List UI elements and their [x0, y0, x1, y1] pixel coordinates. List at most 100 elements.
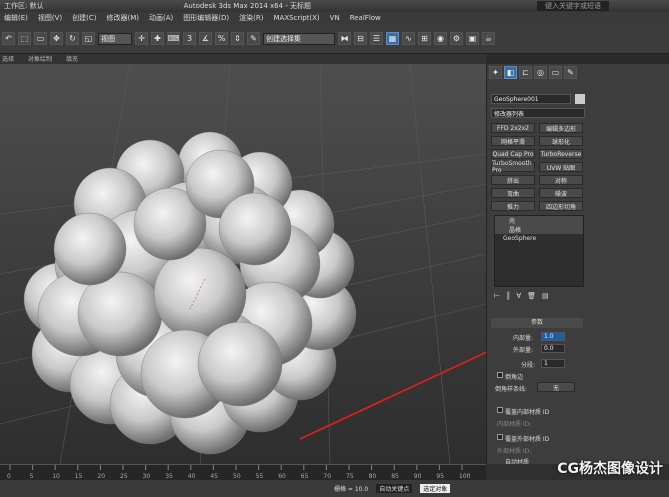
render-setup-icon[interactable]: ⚙	[450, 32, 463, 45]
modifier-stack[interactable]: 壳晶格 GeoSphere	[494, 215, 584, 287]
segments-label: 分段:	[521, 362, 536, 369]
modifier-button[interactable]: 编辑多边形	[539, 123, 583, 133]
undo-icon[interactable]: ↶	[2, 32, 15, 45]
auto-key-button[interactable]: 自动关键点	[376, 484, 413, 493]
modifier-button[interactable]: 对称	[539, 175, 583, 185]
hierarchy-tab-icon[interactable]: ⊏	[519, 66, 532, 79]
params-rollout-header[interactable]: 参数	[491, 318, 583, 328]
snap-icon[interactable]: 3	[183, 32, 196, 45]
modifier-button[interactable]: 弯曲	[491, 188, 535, 198]
bevel-spline-button[interactable]: 无	[537, 382, 575, 392]
inner-amount-spinner[interactable]: 1.0	[541, 332, 565, 341]
menu-item-9[interactable]: RealFlow	[350, 14, 381, 22]
modifier-button[interactable]: 挤出	[491, 175, 535, 185]
show-end-result-icon[interactable]: ║	[506, 292, 510, 300]
stack-item[interactable]: 壳	[495, 216, 583, 225]
scale-icon[interactable]: ◱	[82, 32, 95, 45]
make-unique-icon[interactable]: ∀	[516, 292, 521, 300]
pivot-icon[interactable]: ✛	[135, 32, 148, 45]
layer-icon[interactable]: ☰	[370, 32, 383, 45]
object-name-field[interactable]: GeoSphere001	[491, 94, 571, 104]
move-icon[interactable]: ✥	[50, 32, 63, 45]
modifier-button[interactable]: TurboSmooth Pro	[491, 160, 535, 174]
menu-item-8[interactable]: VN	[330, 14, 340, 22]
modifier-button[interactable]: Quad Cap Pro	[491, 149, 535, 159]
render-icon[interactable]: ☕	[482, 32, 495, 45]
menu-item-2[interactable]: 创建(C)	[72, 13, 96, 23]
timeline-track[interactable]: 0 5 10 15 20 25 30 35 40 45 50 55 60 65 70 75 80 85 90 95 10…	[0, 464, 486, 480]
menu-item-7[interactable]: MAXScript(X)	[273, 14, 319, 22]
modifier-button[interactable]: 四边形切角	[539, 201, 583, 211]
ribbon-tab-populate[interactable]: 填充	[66, 54, 78, 64]
utilities-tab-icon[interactable]: ✎	[564, 66, 577, 79]
app-title: Autodesk 3ds Max 2014 x64 - 无标题	[183, 2, 312, 10]
modifier-button[interactable]: 推力	[491, 201, 535, 211]
select-manipulate-icon[interactable]: ✚	[151, 32, 164, 45]
main-toolbar: ↶ ⬚ ▭ ✥ ↻ ◱ 视图 ✛ ✚ ⌨ 3 ∡ % ⇕ ✎ 创建选择集 ⧓ ⊟…	[0, 24, 669, 54]
timeline-tick-label: 5	[30, 473, 34, 480]
ribbon-tab-object-paint[interactable]: 对象绘制	[28, 54, 52, 64]
stack-toolbar: ⊢ ║ ∀ 🗑 ▤	[494, 292, 549, 300]
reference-coord-combo[interactable]: 视图	[98, 32, 132, 45]
command-panel: ✦ ◧ ⊏ ◎ ▭ ✎ GeoSphere001 修改器列表 FFD 2x2x2…	[486, 64, 669, 466]
material-editor-icon[interactable]: ◉	[434, 32, 447, 45]
motion-tab-icon[interactable]: ◎	[534, 66, 547, 79]
modifier-button[interactable]: TurboReverse	[539, 149, 583, 159]
workspace-label[interactable]: 工作区: 默认	[4, 1, 44, 11]
modifier-button[interactable]: 噪波	[539, 188, 583, 198]
search-field[interactable]: 键入关键字或短语	[537, 1, 609, 11]
scene-explorer-icon[interactable]: ▦	[386, 32, 399, 45]
menu-item-5[interactable]: 图形编辑器(D)	[183, 13, 229, 23]
angle-snap-icon[interactable]: ∡	[199, 32, 212, 45]
menu-item-4[interactable]: 动画(A)	[149, 13, 173, 23]
timeline-tick-label: 60	[278, 473, 286, 480]
remove-modifier-icon[interactable]: 🗑	[527, 292, 536, 300]
modifier-list-dropdown[interactable]: 修改器列表	[491, 108, 585, 118]
timeline-tick-label: 100	[459, 473, 471, 480]
align-icon[interactable]: ⊟	[354, 32, 367, 45]
configure-sets-icon[interactable]: ▤	[542, 292, 549, 300]
timeline-tick-label: 15	[75, 473, 83, 480]
schematic-view-icon[interactable]: ⊞	[418, 32, 431, 45]
override-inner-checkbox[interactable]	[497, 407, 503, 413]
override-outer-checkbox[interactable]	[497, 434, 503, 440]
stack-item[interactable]: GeoSphere	[495, 234, 583, 243]
menu-bar: 编辑(E) 视图(V) 创建(C) 修改器(M) 动画(A) 图形编辑器(D) 渲染(R) M…	[0, 12, 669, 24]
modifier-button[interactable]: 网格平滑	[491, 136, 535, 146]
pin-stack-icon[interactable]: ⊢	[494, 292, 500, 300]
menu-item-3[interactable]: 修改器(M)	[107, 13, 140, 23]
selection-filter-combo[interactable]: 选定对象	[420, 484, 451, 493]
object-color-swatch[interactable]	[575, 94, 585, 104]
percent-snap-icon[interactable]: %	[215, 32, 228, 45]
rotate-icon[interactable]: ↻	[66, 32, 79, 45]
modify-tab-icon[interactable]: ◧	[504, 66, 517, 79]
keyboard-shortcut-icon[interactable]: ⌨	[167, 32, 180, 45]
segments-spinner[interactable]: 1	[541, 359, 565, 368]
modifier-button[interactable]: FFD 2x2x2	[491, 123, 535, 133]
named-selection-combo[interactable]: 创建选择集	[263, 32, 335, 45]
bevel-spline-label: 倒角样条线:	[495, 386, 528, 393]
spinner-snap-icon[interactable]: ⇕	[231, 32, 244, 45]
timeline-tick-label: 25	[120, 473, 128, 480]
timeline-tick-label: 10	[52, 473, 60, 480]
create-tab-icon[interactable]: ✦	[489, 66, 502, 79]
perspective-viewport[interactable]	[0, 64, 486, 464]
edit-named-sel-icon[interactable]: ✎	[247, 32, 260, 45]
menu-item-0[interactable]: 编辑(E)	[4, 13, 28, 23]
rendered-frame-icon[interactable]: ▣	[466, 32, 479, 45]
lattice-sphere	[218, 192, 292, 266]
modifier-button[interactable]: UVW 贴图	[539, 162, 583, 172]
bevel-edges-checkbox[interactable]	[497, 372, 503, 378]
curve-editor-icon[interactable]: ∿	[402, 32, 415, 45]
timeline-tick-label: 85	[391, 473, 399, 480]
select-region-icon[interactable]: ▭	[34, 32, 47, 45]
menu-item-1[interactable]: 视图(V)	[38, 13, 62, 23]
select-object-icon[interactable]: ⬚	[18, 32, 31, 45]
outer-amount-spinner[interactable]: 0.0	[541, 344, 565, 353]
mirror-icon[interactable]: ⧓	[338, 32, 351, 45]
stack-item[interactable]: 晶格	[495, 225, 583, 234]
modifier-button[interactable]: 球形化	[539, 136, 583, 146]
display-tab-icon[interactable]: ▭	[549, 66, 562, 79]
menu-item-6[interactable]: 渲染(R)	[239, 13, 263, 23]
ribbon-tab-select[interactable]: 选择	[2, 54, 14, 64]
